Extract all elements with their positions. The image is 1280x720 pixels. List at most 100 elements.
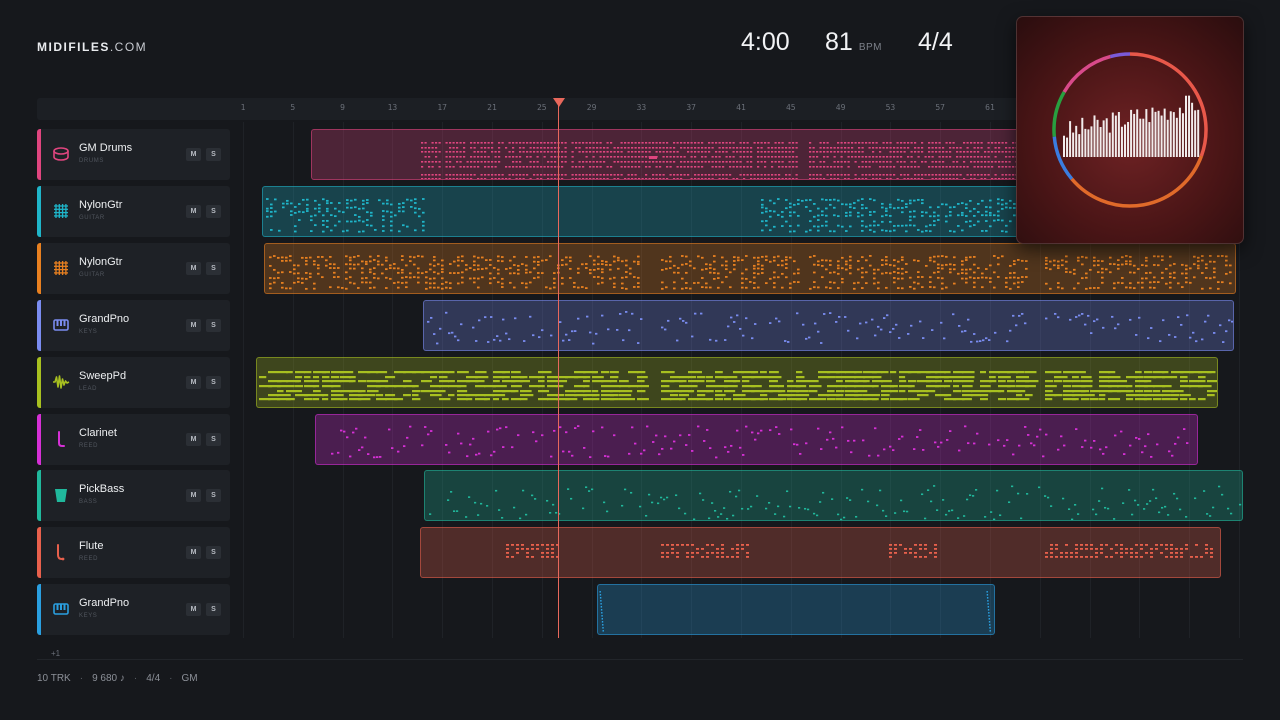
track-header[interactable]: PickBass BASS M S [37, 470, 230, 522]
midi-clip[interactable] [264, 242, 1236, 294]
track-color-bar [37, 527, 41, 579]
track-header[interactable]: GrandPno KEYS M S [37, 584, 230, 636]
solo-button[interactable]: S [206, 546, 221, 560]
spectrum-bar [1145, 109, 1148, 157]
piano-keys-icon [52, 600, 70, 618]
track-color-bar [37, 185, 41, 237]
midi-clip[interactable] [420, 527, 1221, 579]
more-tracks-indicator[interactable]: +1 [51, 649, 60, 658]
spectrum-bar [1090, 126, 1093, 157]
track-header[interactable]: Clarinet REED M S [37, 413, 230, 465]
ruler-tick: 13 [387, 103, 398, 112]
spectrum-bar [1117, 111, 1120, 157]
midi-clip[interactable] [597, 584, 995, 636]
spectrum-bar [1136, 109, 1139, 157]
ruler-tick: 17 [437, 103, 448, 112]
flute-icon [52, 543, 70, 561]
ruler-tick: 5 [290, 103, 296, 112]
solo-button[interactable]: S [206, 204, 221, 218]
mute-button[interactable]: M [186, 204, 201, 218]
track-color-bar [37, 356, 41, 408]
solo-button[interactable]: S [206, 261, 221, 275]
mute-button[interactable]: M [186, 318, 201, 332]
spectrum-bar [1084, 128, 1087, 157]
mute-button[interactable]: M [186, 148, 201, 161]
spectrum-bar [1078, 134, 1081, 157]
spectrum-bar [1093, 115, 1096, 157]
midi-clip[interactable] [311, 129, 1031, 180]
spectrum-bar [1124, 124, 1126, 157]
spectrum-bar [1160, 115, 1163, 157]
spectrum-bar [1099, 127, 1102, 157]
spectrum-bar [1139, 118, 1142, 157]
track-color-bar [37, 242, 41, 294]
footer-meter: 4/4 [146, 673, 161, 684]
track-color-bar [37, 299, 41, 351]
track-color-bar [37, 413, 41, 465]
duration-readout: 4:00 [741, 28, 790, 56]
track-name: GM Drums [79, 142, 133, 154]
footer-divider [37, 659, 1243, 660]
solo-button[interactable]: S [206, 489, 221, 503]
ruler-tick: 1 [240, 103, 246, 112]
note-pattern [266, 197, 1030, 233]
spectrum-bar [1133, 113, 1136, 157]
spectrum-bar [1127, 121, 1130, 157]
solo-button[interactable]: S [206, 432, 221, 446]
spectrum-bar [1075, 125, 1078, 157]
track-name: GrandPno [79, 312, 130, 325]
midi-clip[interactable] [423, 299, 1234, 351]
spectrum-bar [1142, 118, 1145, 157]
track-name: PickBass [79, 483, 125, 496]
track-color-bar [37, 129, 41, 180]
visualizer-ring-arc [1052, 91, 1066, 137]
spectrum-bar [1188, 95, 1191, 157]
track-name: NylonGtr [79, 255, 123, 268]
track-header[interactable]: GrandPno KEYS M S [37, 299, 230, 351]
track-header[interactable]: Flute REED M S [37, 527, 230, 579]
mute-button[interactable]: M [186, 261, 201, 275]
footer-summary: 10 TRK · 9 680 ♪ · 4/4 · GM [37, 673, 198, 684]
track-header[interactable]: NylonGtr GUITAR M S [37, 185, 230, 237]
playhead[interactable] [558, 104, 559, 638]
ruler-tick: 37 [686, 103, 697, 112]
ruler-tick: 9 [340, 103, 346, 112]
ruler-tick: 45 [785, 103, 796, 112]
midi-clip[interactable] [424, 470, 1243, 522]
mute-button[interactable]: M [186, 489, 201, 503]
spectrum-bar [1178, 107, 1181, 157]
spectrum-bar [1102, 120, 1105, 157]
track-category: LEAD [79, 385, 98, 392]
track-category: GUITAR [79, 214, 105, 221]
drum-icon [52, 145, 70, 163]
ruler-tick: 57 [935, 103, 946, 112]
spectrum-bar [1185, 95, 1187, 157]
mute-button[interactable]: M [186, 603, 201, 617]
solo-button[interactable]: S [206, 375, 221, 389]
solo-button[interactable]: S [206, 603, 221, 617]
solo-button[interactable]: S [206, 318, 221, 332]
playhead-handle[interactable] [553, 98, 565, 107]
time-signature-readout: 4/4 [918, 28, 953, 56]
spectrum-bar [1148, 122, 1151, 157]
spectrum-bar [1172, 112, 1175, 157]
midi-clip[interactable] [262, 185, 1031, 237]
note-pattern [427, 310, 1233, 345]
visualizer-graphic [1052, 52, 1208, 208]
mute-button[interactable]: M [186, 546, 201, 560]
track-header[interactable]: SweepPd LEAD M S [37, 356, 230, 408]
ruler-tick: 21 [487, 103, 497, 112]
mute-button[interactable]: M [186, 432, 201, 446]
ruler-tick: 25 [536, 103, 547, 112]
brand-logo: MIDIFILES.COM [37, 40, 147, 54]
tempo-readout: 81 BPM [825, 28, 882, 57]
guitar-grid-icon [52, 259, 70, 277]
solo-button[interactable]: S [206, 148, 221, 161]
mute-button[interactable]: M [186, 375, 201, 389]
midi-clip[interactable] [256, 356, 1218, 408]
track-header[interactable]: GM Drums DRUMS M S [37, 129, 230, 180]
track-header[interactable]: NylonGtr GUITAR M S [37, 242, 230, 294]
spectrum-bar [1072, 132, 1075, 157]
midi-clip[interactable] [315, 413, 1198, 465]
spectrum-bar [1197, 109, 1200, 157]
